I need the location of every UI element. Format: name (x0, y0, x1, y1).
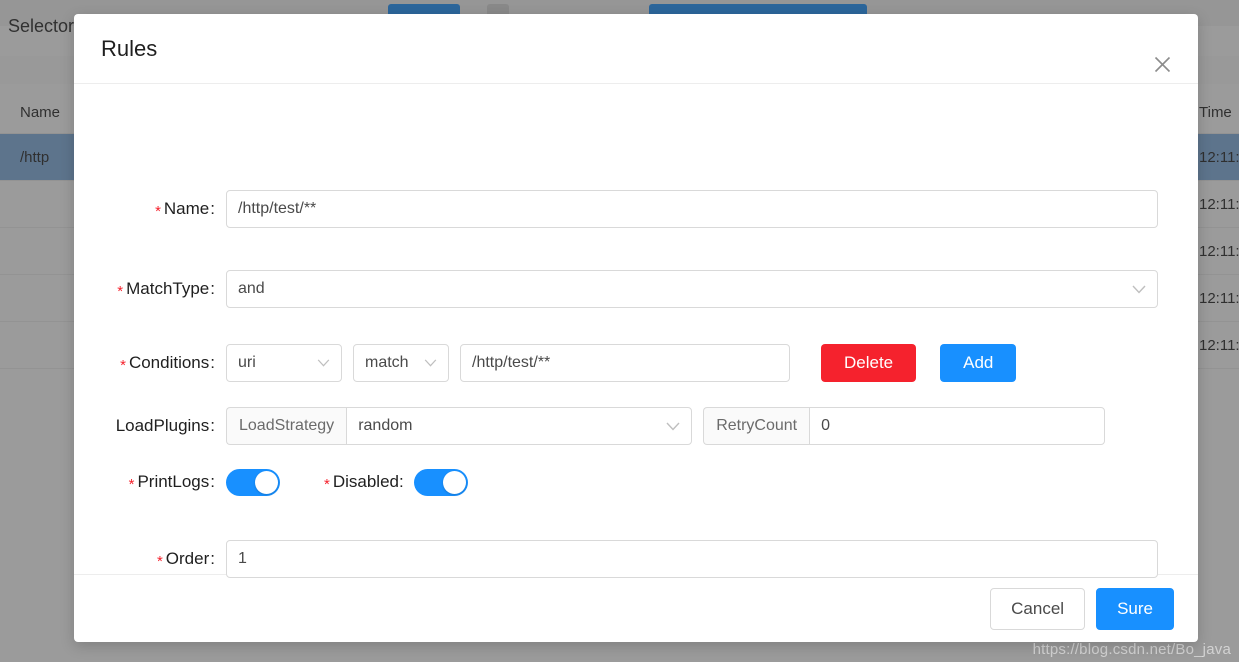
required-asterisk: * (324, 476, 330, 493)
label-matchtype: * MatchType: (117, 279, 215, 300)
label-name: * Name: (155, 199, 215, 220)
load-strategy-select[interactable]: random (346, 407, 693, 445)
field-row-order: * Order: 1 (74, 540, 1198, 579)
condition-value-input[interactable]: /http/test/** (460, 344, 790, 382)
control-area-conditions: uri match /http/test/** Delete Add (226, 344, 1198, 382)
required-asterisk: * (156, 553, 163, 570)
name-input[interactable]: /http/test/** (226, 190, 1158, 228)
delete-condition-button[interactable]: Delete (821, 344, 917, 382)
control-area-switches: * Disabled: (226, 468, 1198, 496)
load-strategy-addon-label: LoadStrategy (226, 407, 347, 445)
chevron-down-icon (666, 422, 680, 431)
required-asterisk: * (128, 476, 135, 493)
field-row-switches: * PrintLogs: * Disabled: (74, 468, 1198, 496)
rules-modal: Rules * Name: /http/test/** * MatchType:… (74, 14, 1198, 642)
control-area-loadplugins: LoadStrategy random RetryCount 0 (226, 407, 1198, 445)
chevron-down-icon (424, 359, 437, 367)
condition-param-type-select[interactable]: uri (226, 344, 342, 382)
label-loadplugins: LoadPlugins: (115, 416, 215, 435)
field-row-matchtype: * MatchType: and (74, 270, 1198, 309)
app-root: Selector Name Time /http 12:11: 12:11: 1… (0, 0, 1239, 662)
modal-footer: Cancel Sure (74, 574, 1198, 642)
load-strategy-group: LoadStrategy random (226, 407, 693, 445)
control-area-name: /http/test/** (226, 190, 1198, 228)
modal-body: * Name: /http/test/** * MatchType: and *… (74, 84, 1198, 578)
order-input[interactable]: 1 (226, 540, 1158, 578)
add-condition-button[interactable]: Add (940, 344, 1017, 382)
disabled-toggle[interactable] (413, 468, 468, 496)
field-row-name: * Name: /http/test/** (74, 190, 1198, 229)
label-printlogs: * PrintLogs: (128, 472, 215, 493)
condition-operator-value: match (365, 354, 409, 371)
label-order: * Order: (156, 549, 215, 570)
close-icon[interactable] (1148, 50, 1176, 78)
chevron-down-icon (317, 359, 330, 367)
matchtype-select[interactable]: and (226, 270, 1158, 308)
retry-count-group: RetryCount 0 (703, 407, 1106, 445)
toggle-knob (255, 470, 278, 494)
control-area-order: 1 (226, 540, 1198, 578)
retry-count-addon-label: RetryCount (703, 407, 810, 445)
condition-param-type-value: uri (238, 354, 256, 371)
required-asterisk: * (155, 203, 161, 220)
condition-operator-select[interactable]: match (353, 344, 449, 382)
label-conditions: * Conditions: (120, 353, 215, 374)
required-asterisk: * (120, 357, 126, 374)
retry-count-input[interactable]: 0 (809, 407, 1106, 445)
load-strategy-value: random (358, 417, 413, 434)
chevron-down-icon (1132, 285, 1146, 294)
label-disabled: * Disabled: (324, 472, 404, 493)
watermark-text: https://blog.csdn.net/Bo_java (1032, 641, 1231, 658)
sure-button[interactable]: Sure (1096, 587, 1174, 630)
field-row-conditions: * Conditions: uri match /http/test/** De… (74, 344, 1198, 383)
required-asterisk: * (117, 283, 124, 300)
modal-header: Rules (74, 14, 1198, 84)
toggle-knob (442, 470, 466, 494)
printlogs-toggle[interactable] (226, 468, 280, 496)
matchtype-value: and (238, 280, 265, 297)
modal-title: Rules (101, 35, 158, 61)
cancel-button[interactable]: Cancel (990, 587, 1086, 630)
field-row-loadplugins: LoadPlugins: LoadStrategy random RetryCo… (74, 407, 1198, 445)
control-area-matchtype: and (226, 270, 1198, 308)
retry-count-value: 0 (821, 417, 831, 434)
